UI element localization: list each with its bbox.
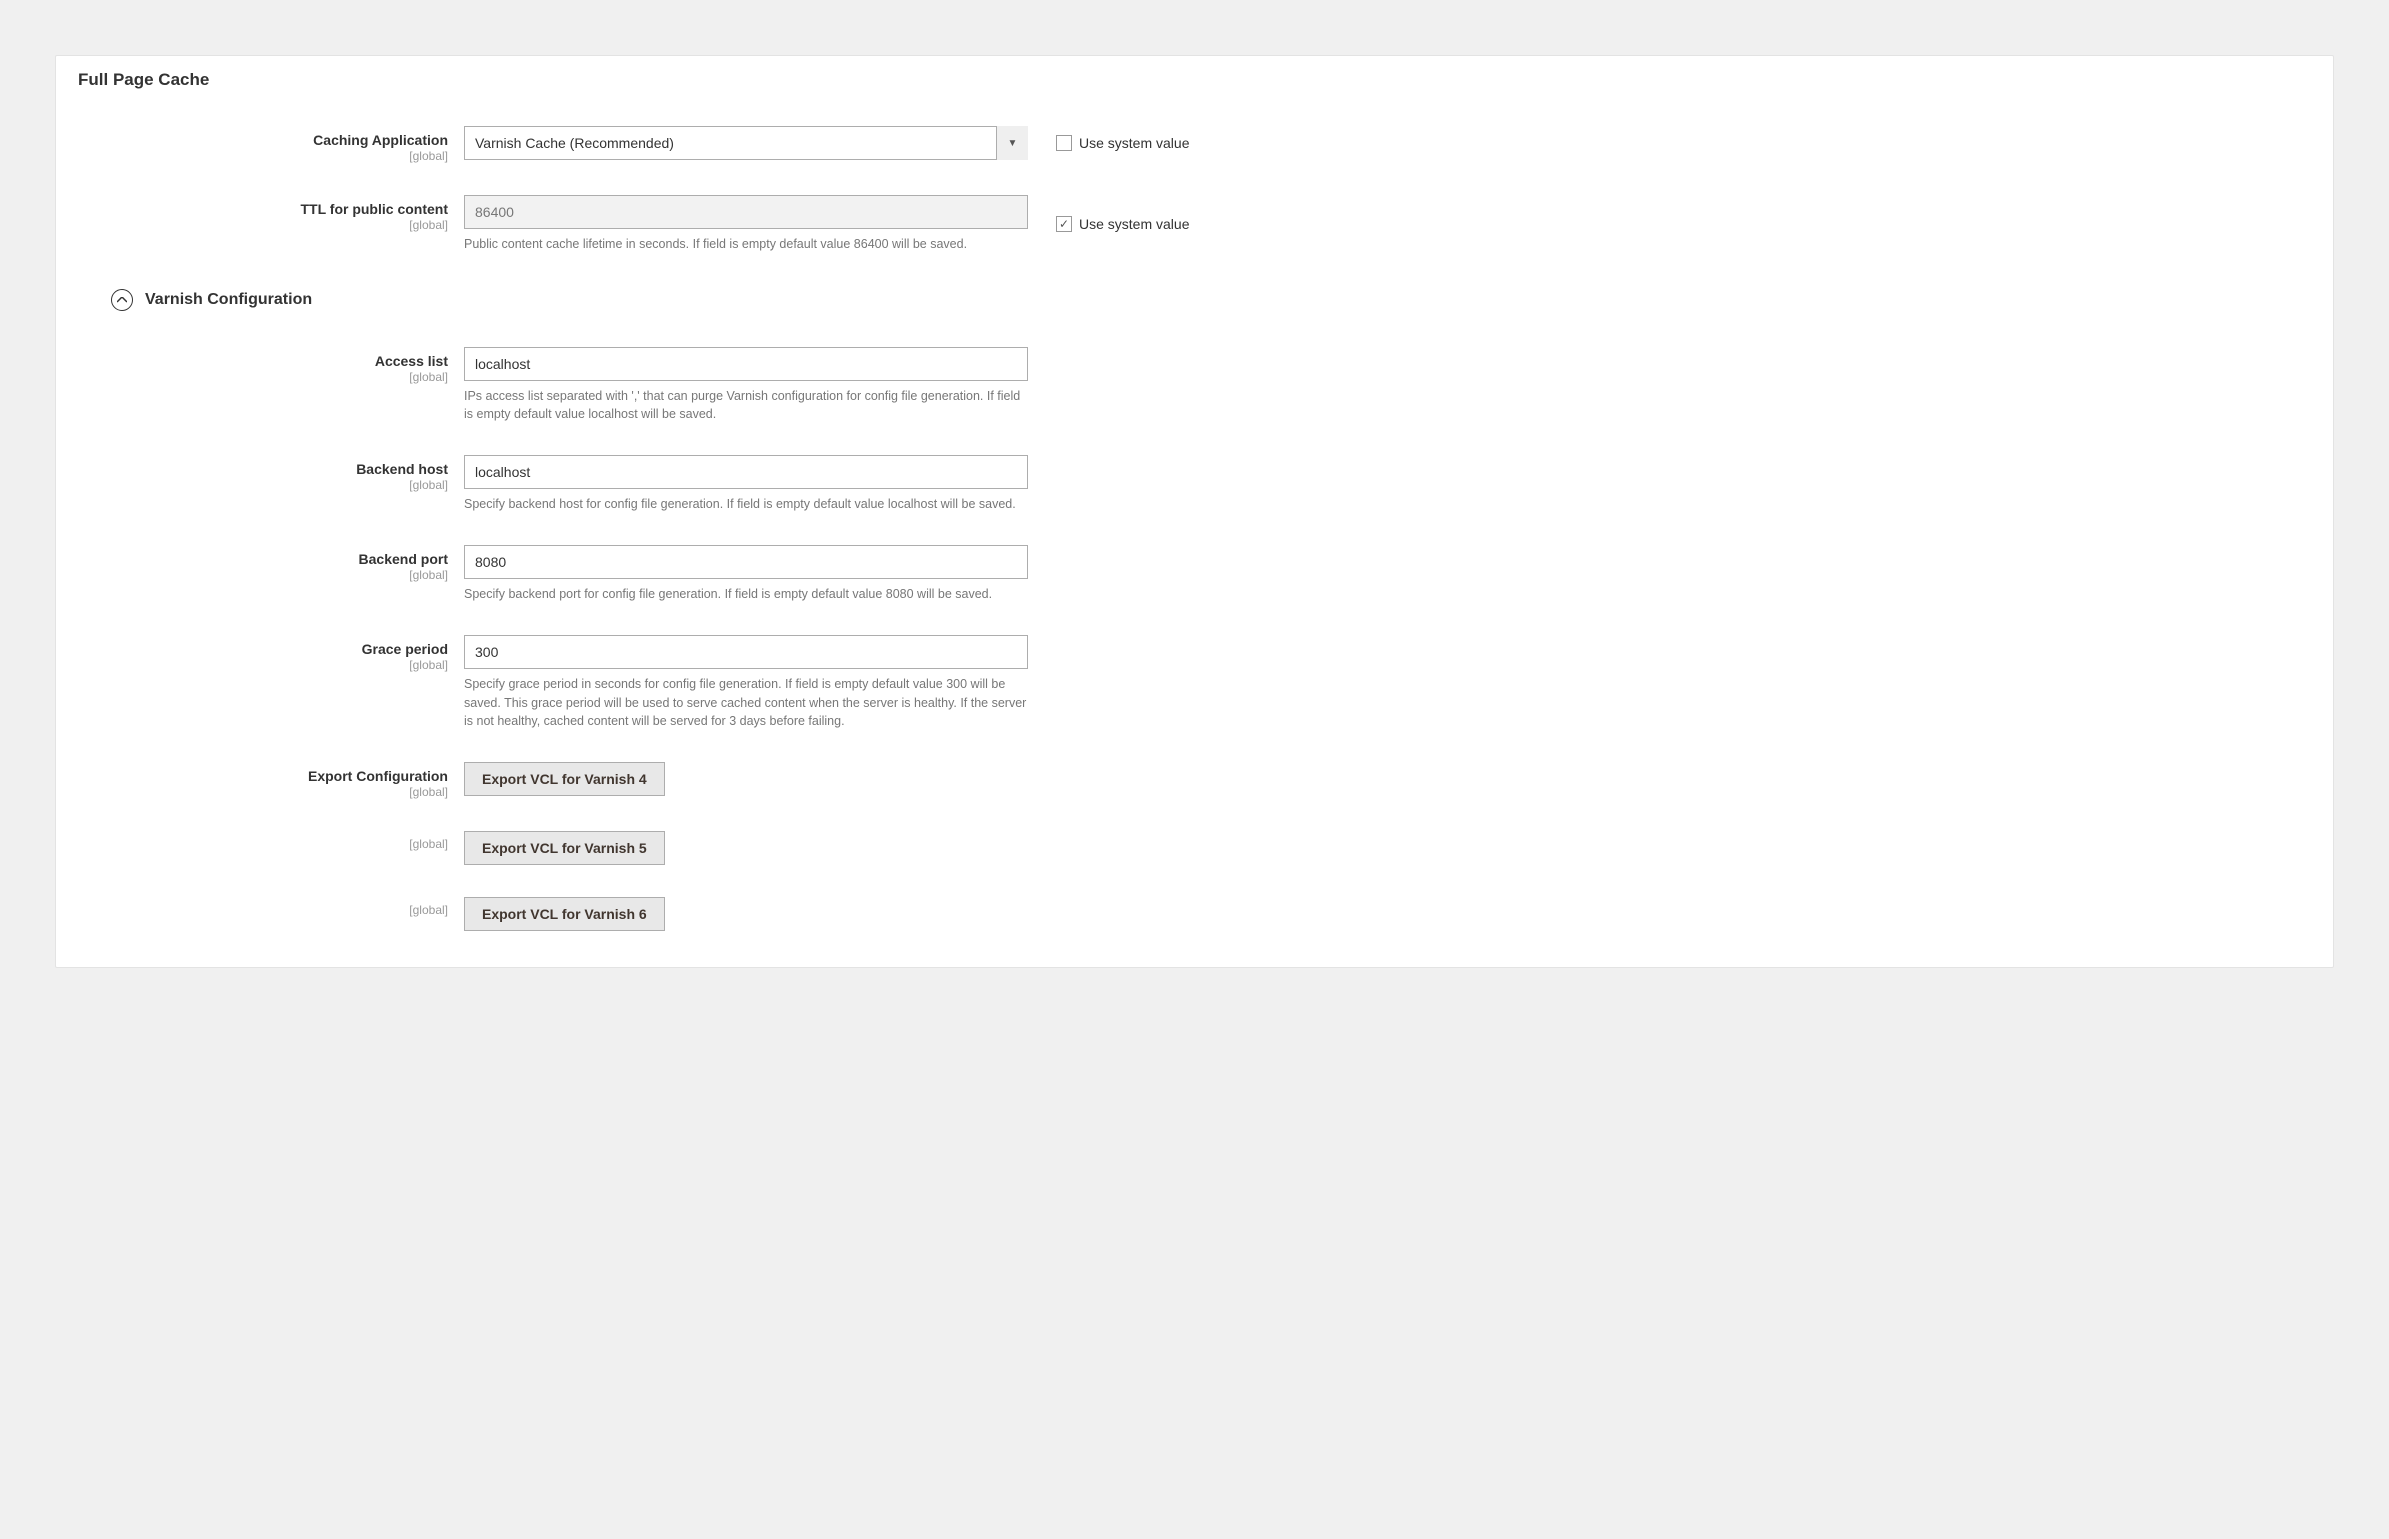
grace-period-input[interactable] [464, 635, 1028, 669]
use-system-label: Use system value [1079, 135, 1189, 151]
backend-port-helper: Specify backend port for config file gen… [464, 585, 1028, 603]
caching-app-select[interactable]: Varnish Cache (Recommended) [464, 126, 1028, 160]
config-form: Caching Application [global] Varnish Cac… [56, 120, 2333, 937]
backend-host-helper: Specify backend host for config file gen… [464, 495, 1028, 513]
use-system-label: Use system value [1079, 216, 1189, 232]
caching-app-label: Caching Application [313, 132, 448, 148]
varnish-config-section-toggle[interactable]: Varnish Configuration [56, 289, 2333, 311]
ttl-use-system[interactable]: ✓ Use system value [1056, 216, 1189, 232]
panel-title: Full Page Cache [56, 56, 2333, 120]
ttl-label: TTL for public content [300, 201, 448, 217]
backend-host-label: Backend host [356, 461, 448, 477]
backend-host-input[interactable] [464, 455, 1028, 489]
scope-label: [global] [64, 149, 448, 163]
ttl-helper: Public content cache lifetime in seconds… [464, 235, 1028, 253]
scope-label: [global] [64, 218, 448, 232]
checkbox-icon [1056, 135, 1072, 151]
scope-label: [global] [64, 370, 448, 384]
checkbox-checked-icon: ✓ [1056, 216, 1072, 232]
scope-label: [global] [64, 478, 448, 492]
backend-port-label: Backend port [359, 551, 448, 567]
export-vcl-6-button[interactable]: Export VCL for Varnish 6 [464, 897, 665, 931]
caching-app-use-system[interactable]: Use system value [1056, 135, 1189, 151]
scope-label: [global] [64, 568, 448, 582]
access-list-helper: IPs access list separated with ',' that … [464, 387, 1028, 423]
access-list-label: Access list [375, 353, 448, 369]
collapse-up-icon [111, 289, 133, 311]
backend-port-input[interactable] [464, 545, 1028, 579]
grace-period-label: Grace period [362, 641, 448, 657]
scope-label: [global] [64, 785, 448, 799]
export-vcl-4-button[interactable]: Export VCL for Varnish 4 [464, 762, 665, 796]
section-title: Varnish Configuration [145, 291, 312, 309]
export-config-label: Export Configuration [308, 768, 448, 784]
scope-label: [global] [64, 658, 448, 672]
full-page-cache-panel: Full Page Cache Caching Application [glo… [55, 55, 2334, 968]
ttl-input [464, 195, 1028, 229]
scope-label: [global] [64, 903, 448, 917]
access-list-input[interactable] [464, 347, 1028, 381]
export-vcl-5-button[interactable]: Export VCL for Varnish 5 [464, 831, 665, 865]
grace-period-helper: Specify grace period in seconds for conf… [464, 675, 1028, 729]
scope-label: [global] [64, 837, 448, 851]
